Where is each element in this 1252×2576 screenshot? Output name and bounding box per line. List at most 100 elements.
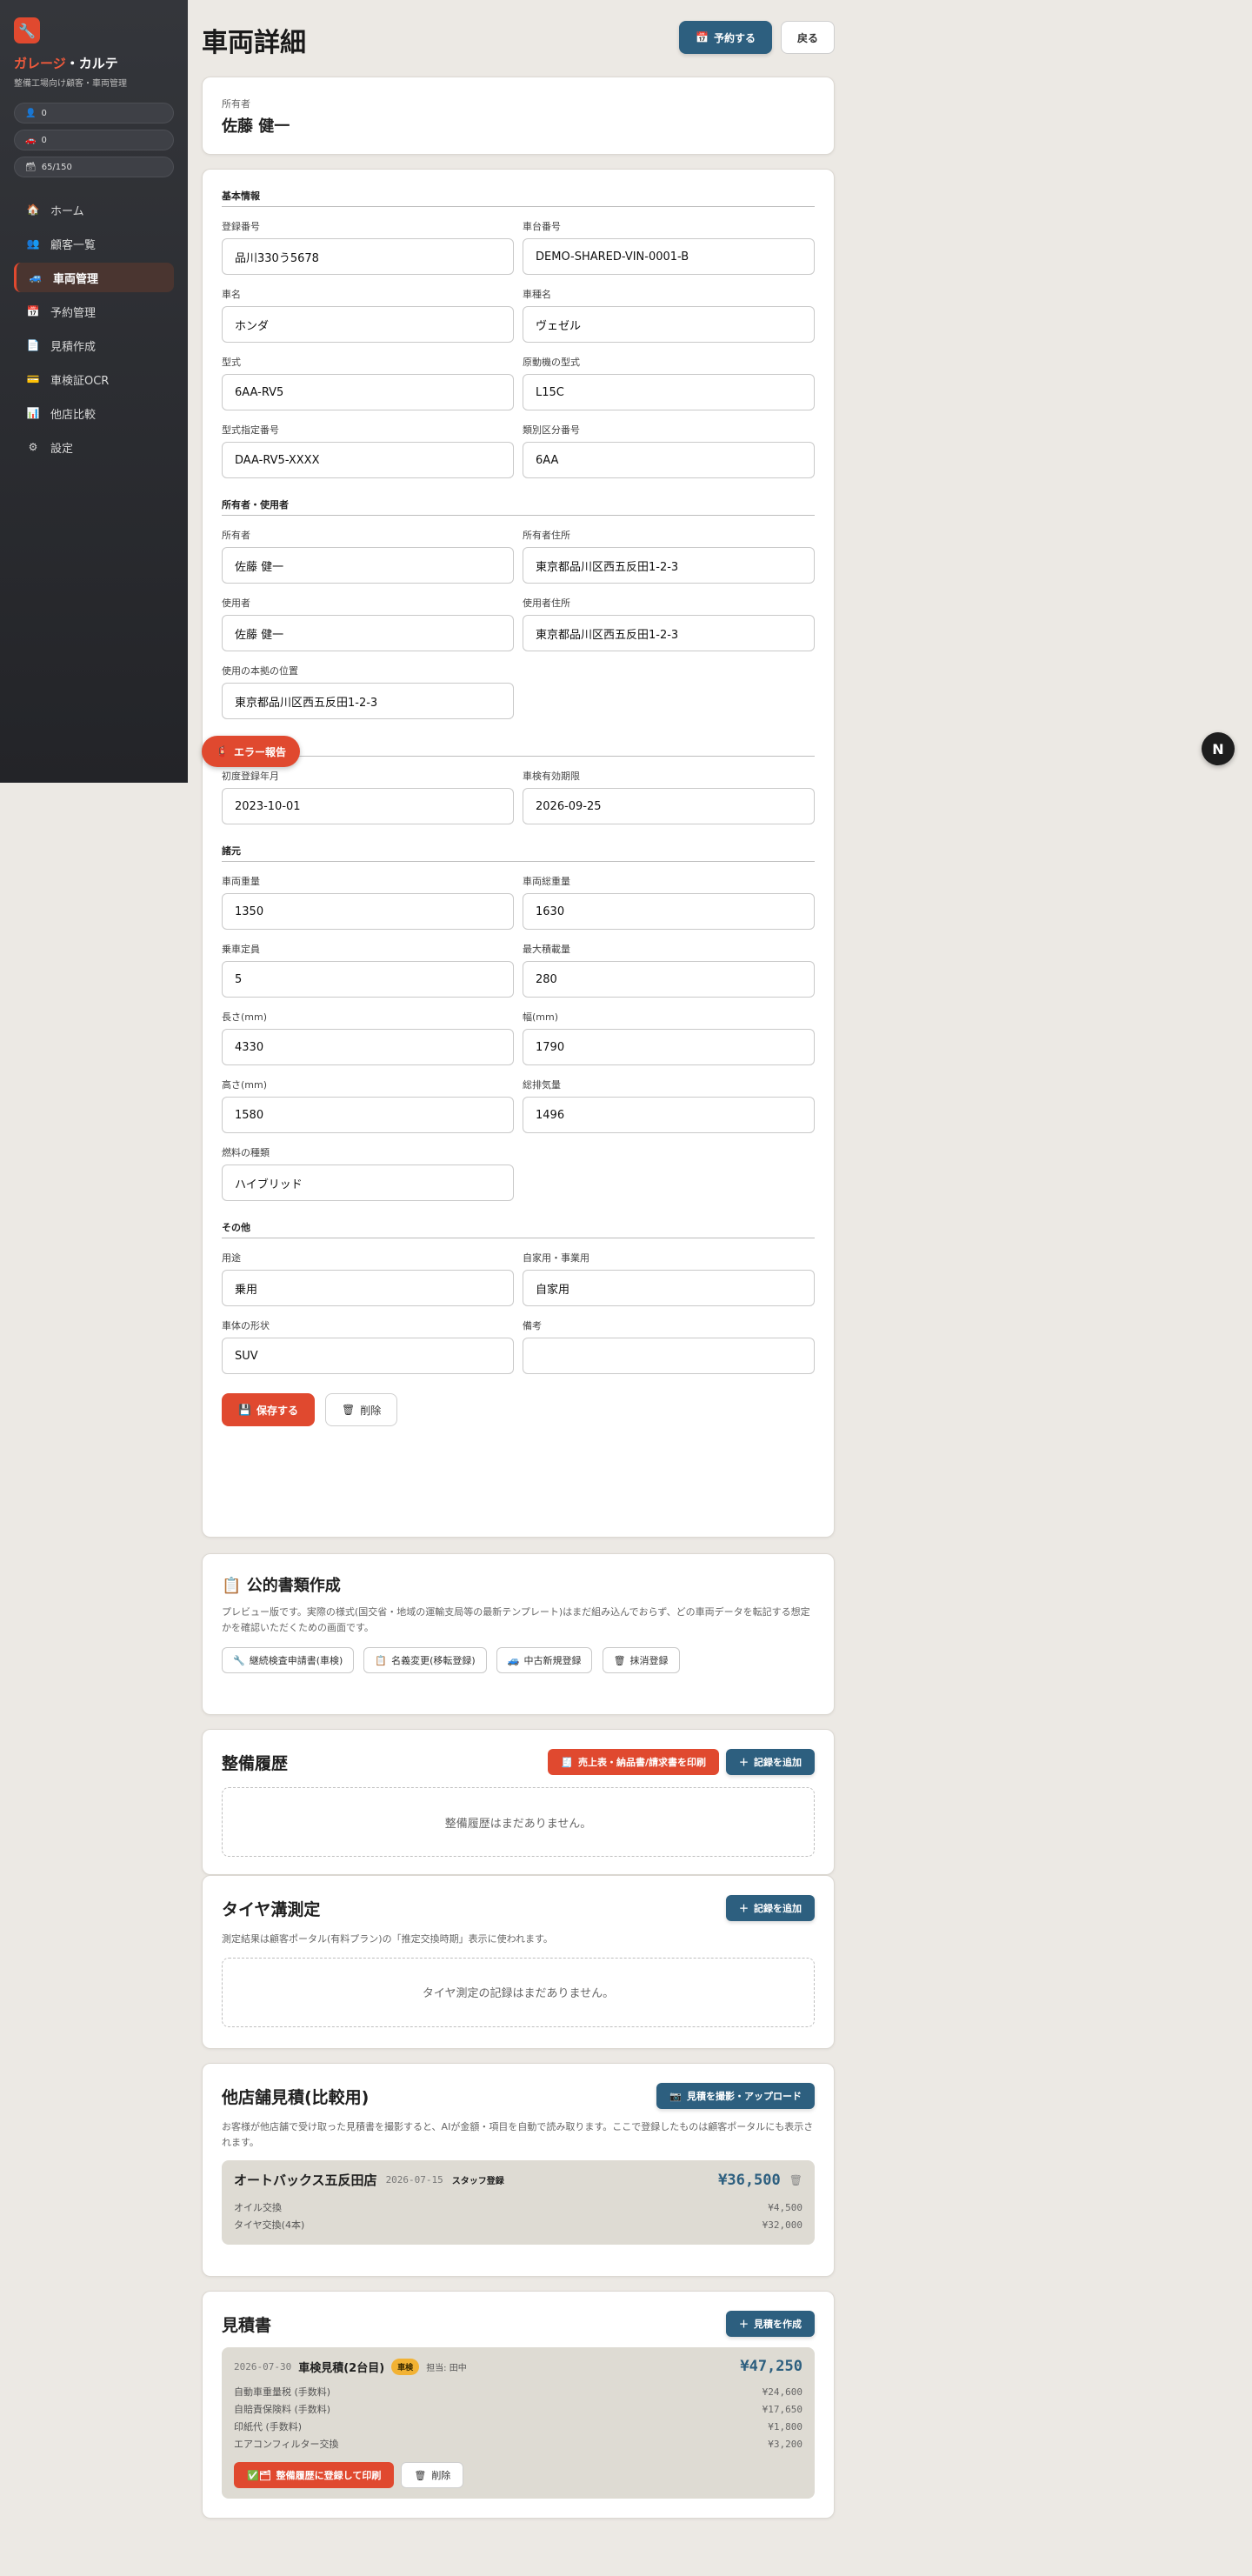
field-label: 自家用・事業用 <box>523 1252 589 1264</box>
height-input[interactable]: 1580 <box>222 1097 514 1133</box>
users-icon: 👥 <box>26 237 40 250</box>
max-load-input[interactable]: 280 <box>523 961 815 998</box>
add-tire-button[interactable]: ＋記録を追加 <box>726 1895 815 1921</box>
usage-input[interactable]: 乗用 <box>222 1270 514 1306</box>
field-label: 車名 <box>222 289 241 300</box>
section-title: 登録・有効期限 <box>222 738 815 757</box>
list-item: 自動車重量税 (手数料) ¥24,600 <box>234 2386 802 2398</box>
trash-icon: 🗑 <box>414 2469 427 2481</box>
inspection-expiry-input[interactable]: 2026-09-25 <box>523 788 815 824</box>
add-maintenance-button[interactable]: ＋記録を追加 <box>726 1749 815 1775</box>
competitor-estimate-item[interactable]: オートバックス五反田店 2026-07-15 スタッフ登録 ¥36,500 🗑 … <box>222 2160 815 2246</box>
model-name-input[interactable]: ヴェゼル <box>523 306 815 343</box>
renewal-inspection-button[interactable]: 🔧 継続検査申請書(車検) <box>222 1647 355 1674</box>
type-designation-input[interactable]: DAA-RV5-XXXX <box>222 442 514 478</box>
maker-input[interactable]: ホンダ <box>222 306 514 343</box>
user-input[interactable]: 佐藤 健一 <box>222 615 514 651</box>
category-number-input[interactable]: 6AA <box>523 442 815 478</box>
field-label: 幅(mm) <box>523 1011 559 1023</box>
field-label: 長さ(mm) <box>222 1011 268 1023</box>
error-report-button[interactable]: 🧯 エラー報告 <box>202 736 300 767</box>
body-shape-input[interactable]: SUV <box>222 1338 514 1374</box>
reserve-button[interactable]: 📅 予約する <box>679 21 772 54</box>
brand-title: ガレージ・カルテ <box>14 56 118 71</box>
gross-weight-input[interactable]: 1630 <box>523 893 815 930</box>
field-label: 乗車定員 <box>222 944 260 955</box>
estimate-name: 車検見積(2台目) <box>298 2361 385 2375</box>
sidebar-item-settings[interactable]: ⚙ 設定 <box>14 432 174 462</box>
field-label: 登録番号 <box>222 221 260 232</box>
owner-card: 所有者 佐藤 健一 <box>202 77 835 155</box>
user-address-input[interactable]: 東京都品川区西五反田1-2-3 <box>523 615 815 651</box>
first-registration-input[interactable]: 2023-10-01 <box>222 788 514 824</box>
back-button[interactable]: 戻る <box>780 21 835 54</box>
field-label: 備考 <box>523 1320 542 1331</box>
vin-input[interactable]: DEMO-SHARED-VIN-0001-B <box>523 238 815 275</box>
field-label: 車種名 <box>523 289 551 300</box>
sidebar-item-estimates[interactable]: 📄 見積作成 <box>14 330 174 360</box>
width-input[interactable]: 1790 <box>523 1029 815 1065</box>
deregistration-button[interactable]: 🗑 抹消登録 <box>602 1647 680 1674</box>
wrench-icon[interactable]: 🔧 <box>14 17 40 43</box>
length-input[interactable]: 4330 <box>222 1029 514 1065</box>
sidebar-item-compare[interactable]: 📊 他店比較 <box>14 398 174 428</box>
field-label: 所有者 <box>222 530 250 541</box>
owner-address-input[interactable]: 東京都品川区西五反田1-2-3 <box>523 547 815 584</box>
estimate-item[interactable]: 2026-07-30 車検見積(2台目) 車検 担当: 田中 ¥47,250 自… <box>222 2347 815 2499</box>
model-code-input[interactable]: 6AA-RV5 <box>222 374 514 410</box>
sidebar-item-vehicles[interactable]: 🚙 車両管理 <box>14 263 174 292</box>
field-label: 高さ(mm) <box>222 1079 268 1091</box>
owner-input[interactable]: 佐藤 健一 <box>222 547 514 584</box>
wrench-icon: 🔧 <box>233 1654 245 1666</box>
section-title: その他 <box>222 1220 815 1238</box>
sidebar-item-customers[interactable]: 👥 顧客一覧 <box>14 229 174 258</box>
delete-button[interactable]: 🗑 削除 <box>324 1393 398 1426</box>
engine-type-input[interactable]: L15C <box>523 374 815 410</box>
transfer-registration-button[interactable]: 📋 名義変更(移転登録) <box>363 1647 487 1674</box>
print-sales-button[interactable]: 🧾 売上表・納品書/請求書を印刷 <box>548 1749 719 1775</box>
maintenance-card: 整備履歴 🧾 売上表・納品書/請求書を印刷 ＋記録を追加 整備履歴はまだありません… <box>202 1729 835 1875</box>
delete-estimate-button[interactable]: 🗑 削除 <box>401 2462 464 2488</box>
capacity-input[interactable]: 5 <box>222 961 514 998</box>
receipt-icon: 🧾 <box>561 1756 573 1768</box>
field-label: 類別区分番号 <box>523 424 580 436</box>
private-business-input[interactable]: 自家用 <box>523 1270 815 1306</box>
sidebar-item-home[interactable]: 🏠 ホーム <box>14 195 174 224</box>
customer-count-pill: 👤 0 <box>14 103 174 123</box>
upload-estimate-button[interactable]: 📷 見積を撮影・アップロード <box>656 2083 815 2109</box>
registration-number-input[interactable]: 品川330う5678 <box>222 238 514 275</box>
home-icon: 🏠 <box>26 204 40 216</box>
save-icon: 💾 <box>238 1404 251 1416</box>
tire-title: タイヤ溝測定 <box>222 1899 321 1919</box>
trash-icon: 🗑 <box>341 1404 356 1416</box>
header-actions: 📅 予約する 戻る <box>679 21 835 54</box>
document-buttons: 🔧 継続検査申請書(車検) 📋 名義変更(移転登録) 🚙 中古新規登録 🗑 抹消登録 <box>222 1647 815 1674</box>
vehicle-weight-input[interactable]: 1350 <box>222 893 514 930</box>
displacement-input[interactable]: 1496 <box>523 1097 815 1133</box>
register-and-print-button[interactable]: ✅🗂 整備履歴に登録して印刷 <box>234 2462 395 2488</box>
fuel-type-input[interactable]: ハイブリッド <box>222 1165 514 1201</box>
field-label: 用途 <box>222 1252 241 1264</box>
create-estimate-button[interactable]: ＋見積を作成 <box>726 2311 815 2337</box>
sidebar-item-ocr[interactable]: 💳 車検証OCR <box>14 364 174 394</box>
sidebar-item-reservations[interactable]: 📅 予約管理 <box>14 297 174 326</box>
staff-tag: スタッフ登録 <box>451 2177 504 2187</box>
base-location-input[interactable]: 東京都品川区西五反田1-2-3 <box>222 683 514 719</box>
field-label: 車体の形状 <box>222 1320 270 1331</box>
list-item: 印紙代 (手数料) ¥1,800 <box>234 2421 802 2433</box>
notes-input[interactable] <box>523 1338 815 1374</box>
estimate-date: 2026-07-15 <box>385 2174 443 2186</box>
field-label: 車両重量 <box>222 876 260 887</box>
trash-icon[interactable]: 🗑 <box>789 2174 802 2186</box>
sidebar: 🔧 ガレージ・カルテ 整備工場向け顧客・車両管理 👤 0 🚗 0 🗃 65/150 🏠… <box>0 0 188 783</box>
estimate-date: 2026-07-30 <box>234 2360 292 2372</box>
next-dev-badge[interactable]: N <box>1202 732 1235 765</box>
page-title: 車両詳細 <box>202 28 306 58</box>
staff-label: 担当: 田中 <box>426 2363 467 2373</box>
owner-label: 所有者 <box>222 98 250 110</box>
used-new-registration-button[interactable]: 🚙 中古新規登録 <box>496 1647 593 1674</box>
camera-icon: 📷 <box>669 2090 682 2102</box>
gear-icon: ⚙ <box>28 441 38 453</box>
save-button[interactable]: 💾 保存する <box>222 1393 315 1426</box>
field-label: 車台番号 <box>523 221 561 232</box>
